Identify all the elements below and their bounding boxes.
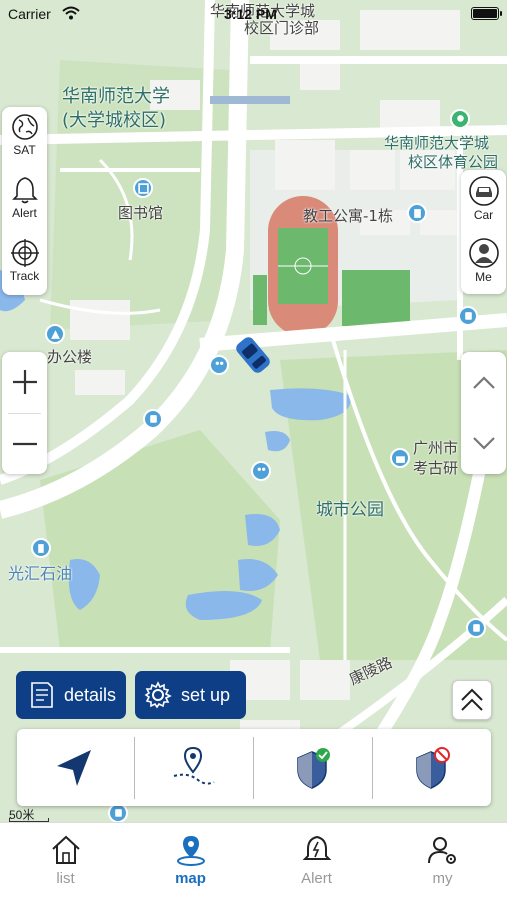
alert-bell-icon [302, 835, 331, 860]
map-tools-panel: SAT Alert Track [2, 107, 47, 295]
bus-stop-poi-icon[interactable] [466, 618, 486, 638]
car-icon [468, 176, 499, 206]
map-label-staff-apartment: 教工公寓-1栋 [303, 207, 393, 225]
crosshair-icon [10, 239, 39, 267]
zoom-in-button[interactable] [2, 352, 47, 412]
bus-stop-poi-icon[interactable] [143, 409, 163, 429]
park-poi-icon[interactable] [450, 109, 470, 129]
map-label-sports-park-2: 校区体育公园 [408, 153, 499, 171]
fence-off-button[interactable] [373, 735, 488, 800]
home-icon [51, 835, 80, 864]
gear-icon [144, 681, 172, 709]
map-label-sports-park-1: 华南师范大学城 [384, 134, 490, 152]
bus-stop-poi-icon[interactable] [458, 306, 478, 326]
map-label-city-park: 城市公园 [316, 500, 384, 520]
details-button[interactable]: details [16, 671, 126, 719]
app-screen: 华南师范大学 (大学城校区) 图书馆 华南师范大学城 校区体育公园 华南师范大学… [0, 0, 507, 900]
office-poi-icon[interactable] [45, 324, 65, 344]
restroom-poi-icon[interactable] [251, 461, 271, 481]
setup-label: set up [181, 684, 231, 705]
bell-icon [11, 177, 38, 204]
setup-button[interactable]: set up [135, 671, 246, 719]
map-label-guangzhou-2: 考古研 [413, 459, 459, 477]
restroom-poi-icon[interactable] [209, 355, 229, 375]
museum-poi-icon[interactable] [390, 448, 410, 468]
tab-alert[interactable]: Alert [253, 823, 380, 900]
tab-my[interactable]: my [379, 823, 506, 900]
zoom-out-icon [12, 442, 37, 446]
tab-alert-label: Alert [301, 870, 332, 887]
status-bar: Carrier 3:12 PM [0, 0, 507, 28]
map-label-gas-station: 光汇石油 [8, 564, 73, 583]
clock: 3:12 PM [224, 6, 277, 22]
person-icon [468, 238, 499, 268]
tab-list[interactable]: list [2, 823, 129, 900]
scroll-panel [461, 352, 506, 474]
sat-button[interactable]: SAT [2, 107, 47, 169]
scroll-down-button[interactable] [461, 414, 506, 474]
carrier-label: Carrier [8, 6, 51, 22]
track-route-button[interactable] [135, 735, 250, 800]
me-label: Me [475, 270, 492, 284]
alert-button[interactable]: Alert [2, 170, 47, 232]
map-label-library: 图书馆 [118, 204, 164, 222]
track-label: Track [9, 269, 40, 283]
fence-off-icon [415, 746, 450, 789]
fence-on-icon [296, 747, 330, 789]
library-poi-icon[interactable] [133, 178, 153, 198]
tab-list-label: list [56, 870, 75, 887]
fence-on-button[interactable] [254, 735, 369, 800]
scroll-up-button[interactable] [461, 352, 506, 412]
apartment-poi-icon[interactable] [407, 203, 427, 223]
locate-panel: Car Me [461, 170, 506, 294]
details-label: details [64, 684, 117, 705]
battery-icon [471, 7, 502, 20]
map-label-guangzhou-1: 广州市 [413, 439, 459, 457]
navigate-button[interactable] [17, 735, 132, 800]
zoom-in-icon [12, 370, 37, 394]
map-label-university: 华南师范大学 [62, 86, 170, 107]
user-settings-icon [427, 837, 456, 864]
track-button[interactable]: Track [2, 233, 47, 295]
map-label-office-building: 办公楼 [47, 348, 93, 366]
track-route-icon [173, 746, 214, 785]
collapse-toggle-button[interactable] [452, 680, 492, 720]
chevron-down-icon [472, 437, 495, 450]
satellite-globe-icon [11, 114, 38, 140]
action-strip [17, 729, 491, 806]
tab-map-label: map [175, 870, 206, 887]
alert-label: Alert [12, 206, 37, 220]
navigate-arrow-icon [56, 749, 91, 786]
zoom-out-button[interactable] [2, 414, 47, 474]
tab-bar: list map Alert my [0, 822, 507, 900]
sat-label: SAT [13, 143, 36, 157]
map-label-campus: (大学城校区) [62, 110, 167, 131]
me-button[interactable]: Me [461, 232, 506, 294]
document-icon [31, 682, 53, 708]
car-button[interactable]: Car [461, 170, 506, 232]
car-label: Car [473, 208, 494, 222]
chevron-up-icon [472, 376, 495, 389]
map-pin-icon [176, 836, 205, 866]
double-chevron-up-icon [461, 688, 483, 711]
zoom-panel [2, 352, 47, 474]
tab-my-label: my [432, 870, 453, 887]
wifi-icon [62, 6, 80, 20]
gas-station-poi-icon[interactable] [31, 538, 51, 558]
tab-map[interactable]: map [127, 823, 254, 900]
